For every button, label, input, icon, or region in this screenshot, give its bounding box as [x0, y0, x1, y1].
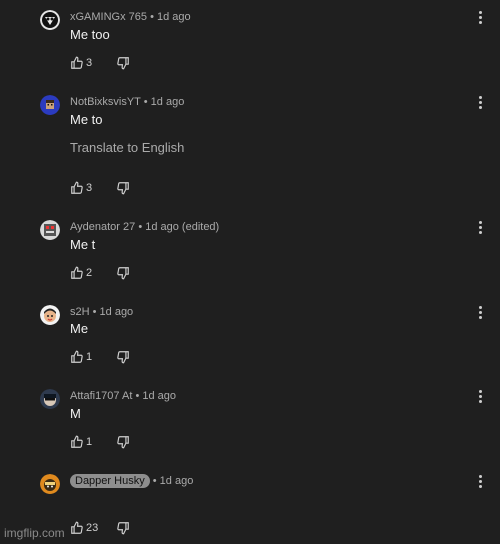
author-name[interactable]: Aydenator 27: [70, 221, 135, 233]
author-name[interactable]: NotBixksvisYT: [70, 96, 141, 108]
author-name[interactable]: Dapper Husky: [70, 474, 150, 488]
timestamp: • 1d ago: [92, 306, 134, 318]
like-count: 2: [86, 267, 93, 279]
more-vert-icon[interactable]: [476, 474, 484, 488]
thumbs-up-icon[interactable]: [70, 56, 84, 70]
comment-meta: xGAMINGx 765 • 1d ago: [70, 11, 191, 23]
author-name[interactable]: xGAMINGx 765: [70, 11, 147, 23]
thumbs-down-icon[interactable]: [116, 350, 130, 364]
thumbs-up-icon[interactable]: [70, 521, 84, 535]
comment-text: M: [70, 406, 81, 421]
timestamp: • 1d ago: [135, 390, 177, 402]
comment-meta: s2H • 1d ago: [70, 306, 133, 318]
thumbs-down-icon[interactable]: [116, 266, 130, 280]
more-vert-icon[interactable]: [476, 389, 484, 403]
more-vert-icon[interactable]: [476, 305, 484, 319]
comment-meta: Aydenator 27 • 1d ago (edited): [70, 221, 219, 233]
avatar[interactable]: [40, 220, 60, 240]
avatar[interactable]: [40, 95, 60, 115]
comment-text: Me too: [70, 27, 110, 42]
like-count: 1: [86, 351, 93, 363]
avatar[interactable]: [40, 305, 60, 325]
comment-meta: Attafi1707 At • 1d ago: [70, 390, 176, 402]
thumbs-down-icon[interactable]: [116, 435, 130, 449]
like-count: 3: [86, 57, 93, 69]
timestamp: • 1d ago: [152, 475, 194, 487]
comment-text: Me to: [70, 112, 103, 127]
avatar[interactable]: [40, 10, 60, 30]
like-count: 1: [86, 436, 93, 448]
translate-link[interactable]: Translate to English: [70, 140, 184, 155]
thumbs-up-icon[interactable]: [70, 435, 84, 449]
thumbs-up-icon[interactable]: [70, 350, 84, 364]
thumbs-down-icon[interactable]: [116, 56, 130, 70]
more-vert-icon[interactable]: [476, 95, 484, 109]
timestamp: • 1d ago: [143, 96, 185, 108]
comment-meta: NotBixksvisYT • 1d ago: [70, 96, 184, 108]
thumbs-down-icon[interactable]: [116, 521, 130, 535]
timestamp: • 1d ago (edited): [138, 221, 220, 233]
avatar[interactable]: [40, 389, 60, 409]
thumbs-up-icon[interactable]: [70, 266, 84, 280]
comment-text: Me t: [70, 237, 96, 252]
avatar[interactable]: [40, 474, 60, 494]
more-vert-icon[interactable]: [476, 10, 484, 24]
like-count: 23: [86, 522, 99, 534]
author-name[interactable]: Attafi1707 At: [70, 390, 132, 402]
thumbs-up-icon[interactable]: [70, 181, 84, 195]
author-name[interactable]: s2H: [70, 306, 90, 318]
comment-meta: Dapper Husky • 1d ago: [70, 474, 194, 488]
comment-text: Me: [70, 321, 89, 336]
more-vert-icon[interactable]: [476, 220, 484, 234]
like-count: 3: [86, 182, 93, 194]
thumbs-down-icon[interactable]: [116, 181, 130, 195]
watermark: imgflip.com: [4, 526, 65, 540]
timestamp: • 1d ago: [150, 11, 191, 23]
